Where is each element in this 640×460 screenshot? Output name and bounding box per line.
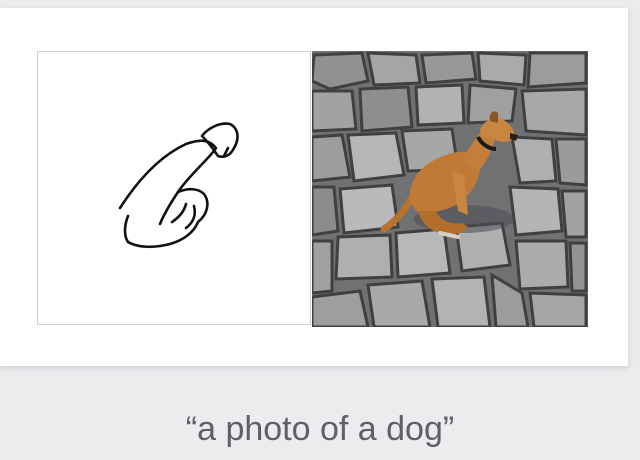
dog-on-cobblestone-image [312,51,588,327]
line-drawing-icon [118,122,239,249]
prompt-caption: “a photo of a dog” [185,410,455,448]
sketch-panel [37,51,311,325]
generated-photo [312,51,588,327]
